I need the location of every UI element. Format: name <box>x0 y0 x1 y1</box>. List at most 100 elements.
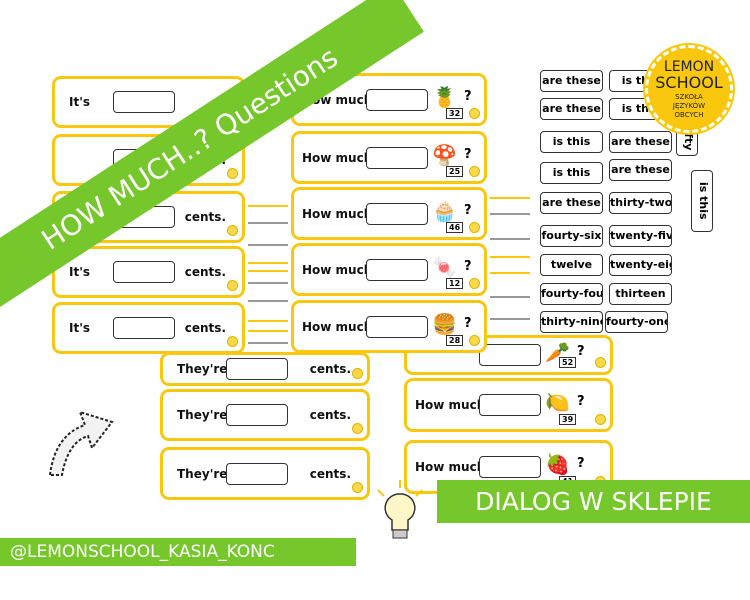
word-chip[interactable]: are these <box>540 192 603 214</box>
lemon-icon <box>469 222 480 233</box>
answer-card: They're cents. <box>160 447 370 500</box>
word-chip[interactable]: thirty-nine <box>540 311 603 333</box>
subtitle-box: DIALOG W SKLEPIE <box>437 480 750 523</box>
card-suffix: cents. <box>309 466 351 481</box>
word-chip[interactable]: are these <box>609 159 672 181</box>
word-chip[interactable]: fourty-one <box>605 311 668 333</box>
answer-box[interactable] <box>366 315 428 338</box>
answer-box[interactable] <box>112 91 175 113</box>
lightbulb-icon <box>377 480 423 539</box>
divider <box>248 300 288 302</box>
answer-card: They're cents. <box>160 389 370 441</box>
answer-box[interactable] <box>112 261 175 283</box>
lemon-icon <box>227 225 238 236</box>
question-card: How much 🍋? 39 <box>404 378 613 432</box>
card-prefix: It's <box>69 95 91 109</box>
question-mark: ? <box>464 88 472 104</box>
question-card: How much 🍄? 25 <box>291 131 487 184</box>
word-chip[interactable]: twelve <box>540 254 603 276</box>
word-chip[interactable]: is this <box>540 162 603 184</box>
word-chip[interactable]: thirteen <box>609 283 672 305</box>
lemon-icon <box>469 278 480 289</box>
card-suffix: cents. <box>184 265 226 279</box>
divider <box>248 244 288 246</box>
divider <box>248 320 288 322</box>
word-chip[interactable]: are these <box>540 70 603 92</box>
question-mark: ? <box>577 394 585 409</box>
lemon-icon <box>352 423 363 434</box>
logo: LEMON SCHOOL SZKOŁA JĘZYKÓW OBCYCH <box>645 45 733 133</box>
answer-box[interactable] <box>226 358 288 380</box>
mushroom-icon: 🍄 <box>432 142 457 167</box>
word-chip[interactable]: thirty-two <box>609 192 672 214</box>
price-number: 28 <box>446 335 464 346</box>
answer-box[interactable] <box>112 317 175 339</box>
divider <box>248 262 288 264</box>
card-prefix: It's <box>69 321 91 335</box>
word-chip[interactable]: are these <box>609 131 672 153</box>
question-mark: ? <box>577 344 585 359</box>
question-mark: ? <box>464 258 472 274</box>
handle-bar: @LEMONSCHOOL_KASIA_KONC <box>0 538 356 566</box>
divider <box>248 205 288 207</box>
card-prefix: They're <box>177 466 228 481</box>
pineapple-icon: 🍍 <box>432 84 457 109</box>
price-number: 52 <box>559 357 577 368</box>
word-chip[interactable]: is this <box>540 131 603 153</box>
card-suffix: cents. <box>309 408 351 422</box>
question-label: How much <box>302 150 373 165</box>
answer-box[interactable] <box>366 202 428 225</box>
divider <box>248 342 288 344</box>
question-label: How much <box>302 319 373 334</box>
candy-icon: 🍬 <box>432 254 457 279</box>
divider <box>490 213 530 215</box>
price-number: 32 <box>446 108 464 119</box>
lemon-icon <box>595 357 606 368</box>
word-chip[interactable]: are these <box>540 98 603 120</box>
lemon-icon <box>227 168 238 179</box>
question-label: How much <box>415 460 486 474</box>
answer-box[interactable] <box>366 88 428 111</box>
lemon-icon <box>227 336 238 347</box>
answer-box[interactable] <box>226 462 288 485</box>
lemon-icon: 🍋 <box>545 390 570 414</box>
divider <box>248 282 288 284</box>
answer-box[interactable] <box>479 394 541 416</box>
divider <box>248 222 288 224</box>
price-number: 12 <box>446 278 464 289</box>
price-number: 39 <box>559 414 577 425</box>
lemon-icon <box>595 414 606 425</box>
answer-box[interactable] <box>366 146 428 169</box>
word-chip[interactable]: twenty-eight <box>609 254 672 276</box>
card-prefix: They're <box>177 408 228 422</box>
word-chip[interactable]: fourty-four <box>540 283 603 305</box>
question-mark: ? <box>577 456 585 471</box>
answer-box[interactable] <box>226 404 288 426</box>
card-suffix: cents. <box>184 210 226 224</box>
arrow-icon <box>48 410 114 476</box>
divider <box>490 256 530 258</box>
question-label: How much <box>302 206 373 221</box>
word-chip[interactable]: twenty-five <box>609 225 672 247</box>
question-mark: ? <box>464 146 472 162</box>
divider <box>490 272 530 274</box>
price-number: 46 <box>446 222 464 233</box>
card-prefix: It's <box>69 265 91 279</box>
answer-box[interactable] <box>479 344 541 366</box>
lemon-icon <box>227 280 238 291</box>
word-chip[interactable]: fourty-six <box>540 225 603 247</box>
burger-icon: 🍔 <box>432 311 457 336</box>
divider <box>490 197 530 199</box>
card-suffix: cents. <box>309 362 351 376</box>
divider <box>248 270 288 272</box>
lemon-icon <box>469 166 480 177</box>
strawberry-icon: 🍓 <box>545 452 570 476</box>
question-label: How much <box>302 262 373 277</box>
answer-box[interactable] <box>366 258 428 281</box>
muffin-icon: 🧁 <box>432 198 457 223</box>
card-prefix: They're <box>177 362 228 376</box>
question-label: How much <box>415 398 486 412</box>
question-card: How much 🍔? 28 <box>291 300 487 353</box>
answer-box[interactable] <box>479 456 541 478</box>
divider <box>490 296 530 298</box>
